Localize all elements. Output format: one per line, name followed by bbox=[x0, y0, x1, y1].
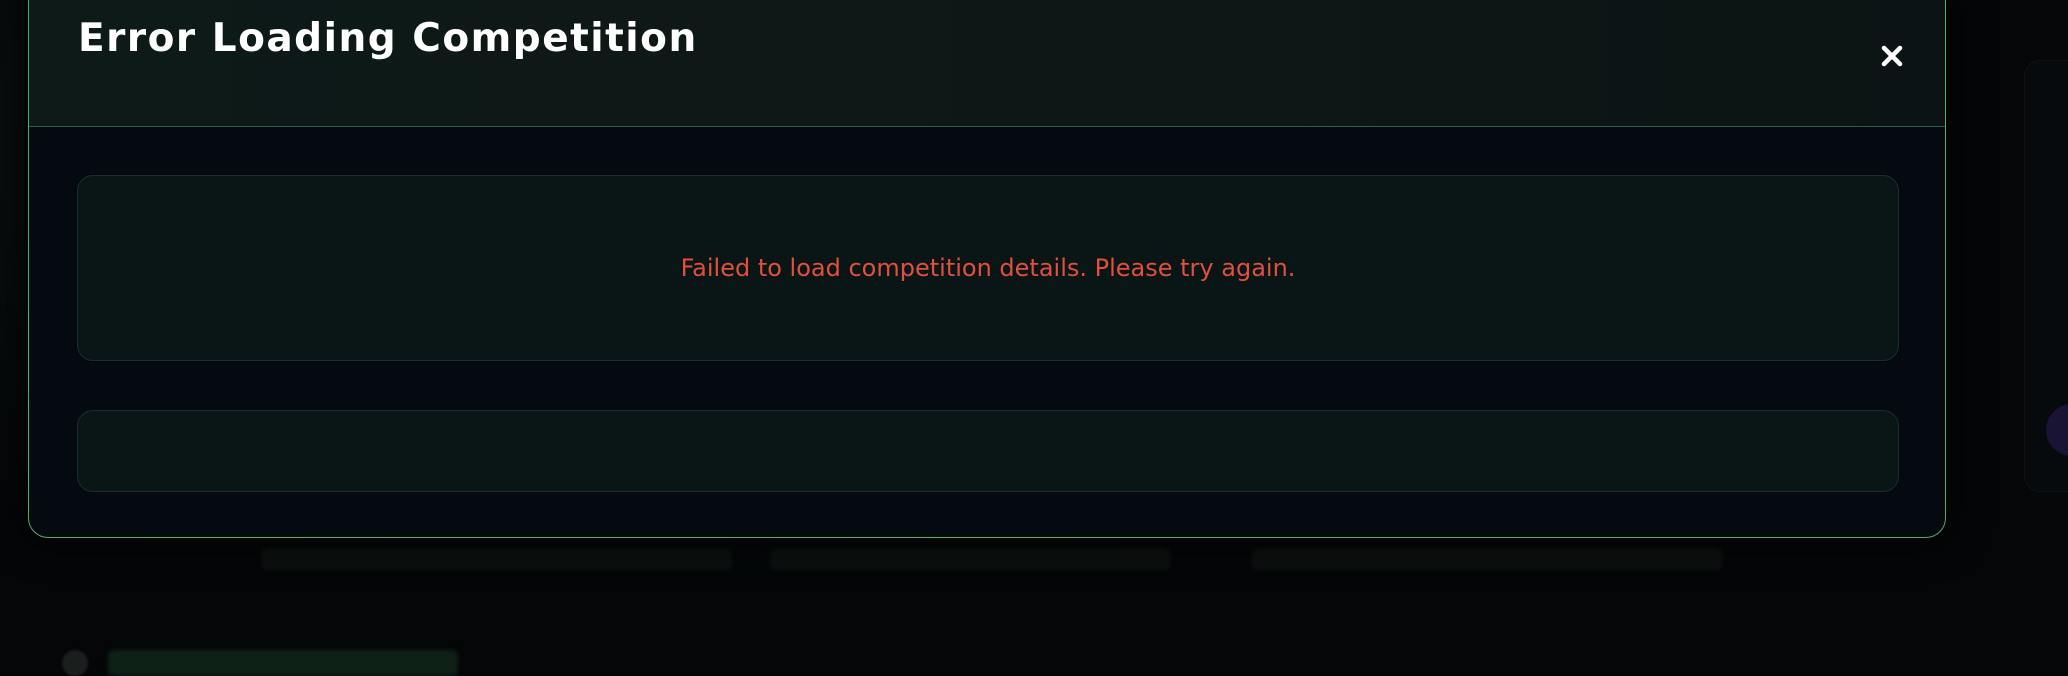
background-section-icon bbox=[62, 650, 88, 676]
empty-details-panel bbox=[77, 410, 1899, 492]
background-blurred-text bbox=[770, 548, 1170, 570]
close-icon bbox=[1875, 39, 1909, 73]
error-message: Failed to load competition details. Plea… bbox=[680, 254, 1296, 282]
background-section-heading bbox=[108, 650, 458, 676]
modal-title: Error Loading Competition bbox=[78, 16, 698, 61]
close-button[interactable] bbox=[1875, 39, 1909, 73]
modal-header: Error Loading Competition bbox=[29, 0, 1945, 127]
background-blurred-text bbox=[1252, 548, 1722, 570]
error-modal: Error Loading Competition Failed to load… bbox=[28, 0, 1946, 538]
error-message-panel: Failed to load competition details. Plea… bbox=[77, 175, 1899, 361]
background-blurred-text bbox=[262, 548, 732, 570]
